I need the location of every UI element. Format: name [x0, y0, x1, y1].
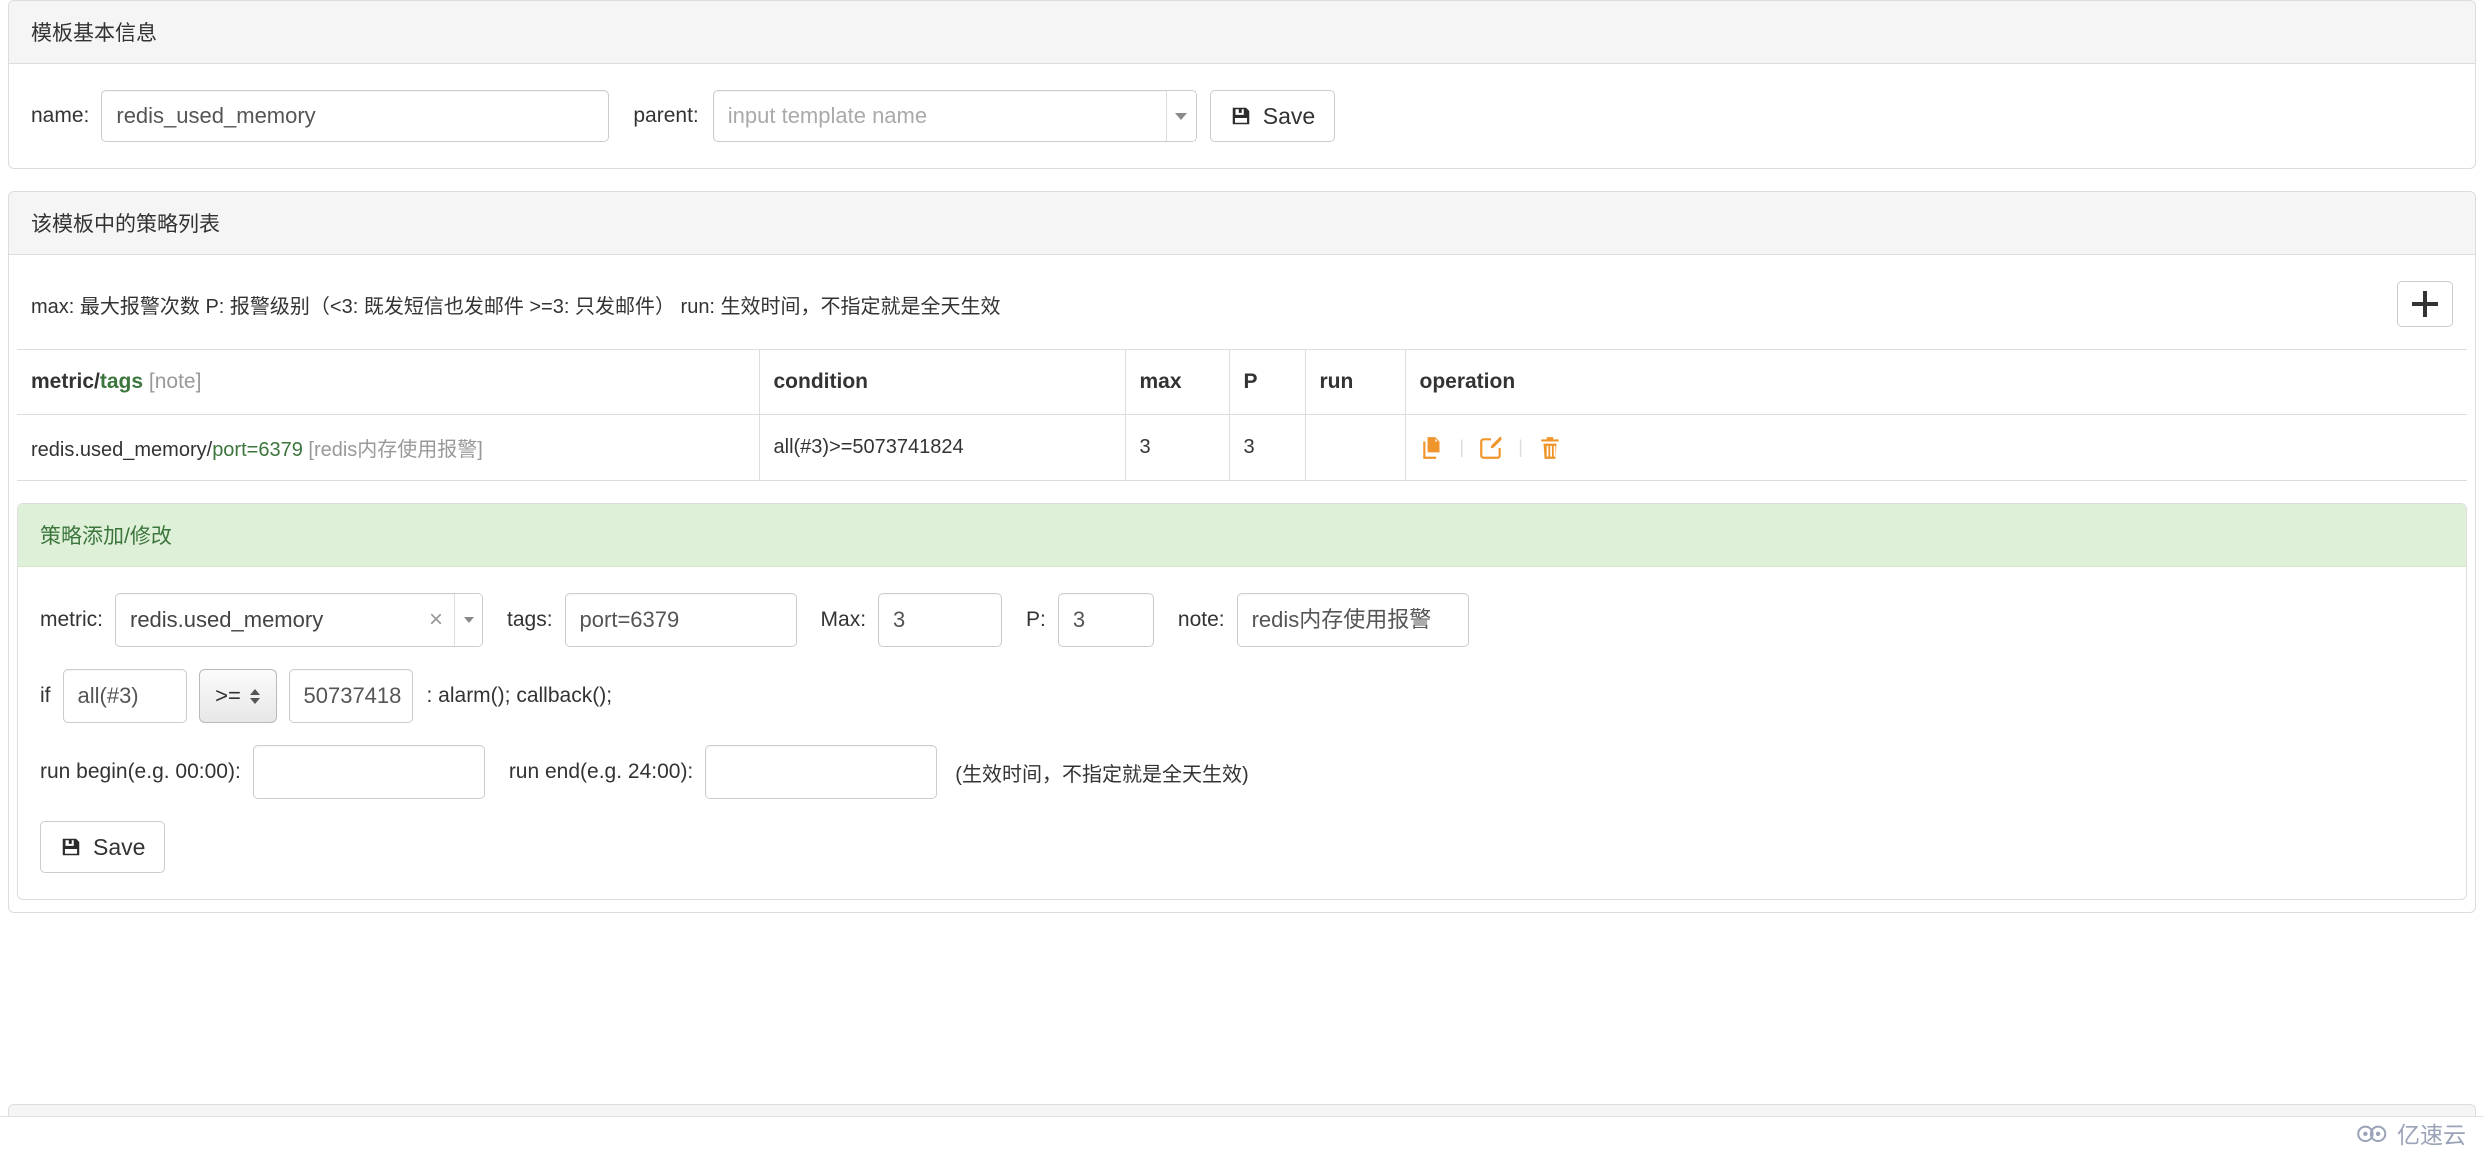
threshold-input[interactable]: 50737418: [288, 669, 413, 723]
function-input[interactable]: all(#3): [62, 669, 187, 723]
if-label: if: [40, 684, 51, 707]
parent-select[interactable]: input template name: [712, 90, 1197, 142]
p-label: P:: [1026, 608, 1046, 631]
cell-metric-tags-note: redis.used_memory/port=6379 [redis内存使用报警…: [17, 414, 760, 481]
cell-p: 3: [1229, 414, 1306, 481]
operation-icons: | |: [1420, 435, 2454, 461]
note-label: note:: [1177, 608, 1225, 631]
basic-info-panel-body: name: redis_used_memory parent: input te…: [9, 64, 2475, 168]
bottom-strip: [0, 1116, 2484, 1154]
name-parent-row: name: redis_used_memory parent: input te…: [31, 90, 2453, 142]
add-strategy-button[interactable]: [2397, 281, 2453, 327]
header-note: [note]: [148, 370, 202, 393]
metric-row: metric: redis.used_memory × tags: port=6…: [40, 593, 2444, 647]
name-label: name:: [31, 104, 90, 127]
column-header-p: P: [1229, 349, 1306, 415]
tags-label: tags:: [507, 608, 553, 631]
table-header-row: metric/tags [note] condition max P run o…: [17, 349, 2467, 415]
condition-row: if all(#3) >= 50737418 : alarm(); callba…: [40, 669, 2444, 723]
spinner-icon: [249, 688, 260, 704]
basic-info-panel-title: 模板基本信息: [9, 1, 2475, 64]
run-end-input[interactable]: [705, 745, 938, 799]
row-metric: redis.used_memory: [31, 439, 207, 461]
cell-max: 3: [1125, 414, 1230, 481]
column-header-operation: operation: [1405, 349, 2467, 415]
parent-input[interactable]: input template name: [714, 91, 1166, 141]
cloud-logo-icon: [2357, 1125, 2387, 1143]
strategy-edit-body: metric: redis.used_memory × tags: port=6…: [18, 567, 2466, 899]
row-note: [redis内存使用报警]: [308, 439, 483, 461]
run-end-label: run end(e.g. 24:00):: [508, 760, 694, 783]
column-header-run: run: [1305, 349, 1406, 415]
strategy-table: metric/tags [note] condition max P run o…: [17, 349, 2467, 481]
chevron-down-icon[interactable]: [1165, 91, 1196, 141]
floppy-disk-icon: [62, 838, 80, 856]
tags-input[interactable]: port=6379: [564, 593, 797, 647]
plus-icon: [2412, 291, 2438, 317]
strategy-edit-panel: 策略添加/修改 metric: redis.used_memory × tags…: [17, 503, 2467, 900]
operator-value: >=: [215, 683, 241, 708]
strategy-list-panel-title: 该模板中的策略列表: [9, 192, 2475, 255]
metric-label: metric:: [40, 608, 103, 631]
run-begin-label: run begin(e.g. 00:00):: [40, 760, 241, 783]
strategy-help-text: max: 最大报警次数 P: 报警级别（<3: 既发短信也发邮件 >=3: 只发…: [31, 295, 1001, 318]
save-template-label: Save: [1262, 102, 1316, 129]
strategy-list-panel: 该模板中的策略列表 max: 最大报警次数 P: 报警级别（<3: 既发短信也发…: [8, 191, 2476, 913]
save-strategy-button[interactable]: Save: [40, 821, 166, 873]
metric-input[interactable]: redis.used_memory: [116, 594, 418, 646]
table-row: redis.used_memory/port=6379 [redis内存使用报警…: [17, 414, 2467, 481]
name-input[interactable]: redis_used_memory: [101, 90, 610, 142]
floppy-disk-icon: [1232, 107, 1250, 125]
callback-text: : alarm(); callback();: [426, 684, 613, 707]
template-basic-info-panel: 模板基本信息 name: redis_used_memory parent: i…: [8, 0, 2476, 169]
run-time-row: run begin(e.g. 00:00): run end(e.g. 24:0…: [40, 745, 2444, 799]
delete-icon[interactable]: [1537, 435, 1563, 461]
metric-chevron-down-icon[interactable]: [454, 594, 482, 646]
column-header-condition: condition: [759, 349, 1126, 415]
column-header-max: max: [1125, 349, 1230, 415]
clone-icon[interactable]: [1420, 435, 1446, 461]
run-time-hint: (生效时间，不指定就是全天生效): [955, 763, 1249, 786]
operator-select[interactable]: >=: [198, 669, 277, 723]
header-tags: tags: [99, 370, 144, 393]
row-tags: port=6379: [212, 439, 303, 461]
strategy-save-row: Save: [40, 821, 2444, 873]
strategy-edit-panel-title: 策略添加/修改: [18, 504, 2466, 567]
page-root: 模板基本信息 name: redis_used_memory parent: i…: [0, 0, 2484, 1154]
save-strategy-label: Save: [93, 833, 146, 860]
edit-icon[interactable]: [1478, 435, 1504, 461]
max-input[interactable]: 3: [878, 593, 1003, 647]
header-metric: metric: [31, 370, 95, 393]
cell-condition: all(#3)>=5073741824: [759, 414, 1126, 481]
next-panel-edge: [8, 1104, 2476, 1116]
operation-divider-1: |: [1459, 437, 1465, 457]
column-header-metric-tags-note: metric/tags [note]: [17, 349, 760, 415]
watermark: 亿速云: [2356, 1116, 2466, 1150]
operation-divider-2: |: [1518, 437, 1523, 457]
help-row: max: 最大报警次数 P: 报警级别（<3: 既发短信也发邮件 >=3: 只发…: [31, 281, 2453, 327]
note-input[interactable]: redis内存使用报警: [1236, 593, 1469, 647]
cell-operation: | |: [1405, 415, 2467, 481]
metric-select[interactable]: redis.used_memory ×: [115, 593, 483, 647]
p-input[interactable]: 3: [1057, 593, 1154, 647]
cell-run: [1305, 414, 1406, 481]
caret-shape: [1175, 112, 1188, 120]
save-template-button[interactable]: Save: [1209, 90, 1336, 142]
strategy-list-help-area: max: 最大报警次数 P: 报警级别（<3: 既发短信也发邮件 >=3: 只发…: [9, 255, 2475, 349]
run-begin-input[interactable]: [252, 745, 485, 799]
clear-metric-icon[interactable]: ×: [418, 594, 454, 646]
parent-label: parent:: [633, 104, 699, 127]
max-label: Max:: [820, 608, 867, 631]
watermark-text: 亿速云: [2397, 1122, 2466, 1148]
